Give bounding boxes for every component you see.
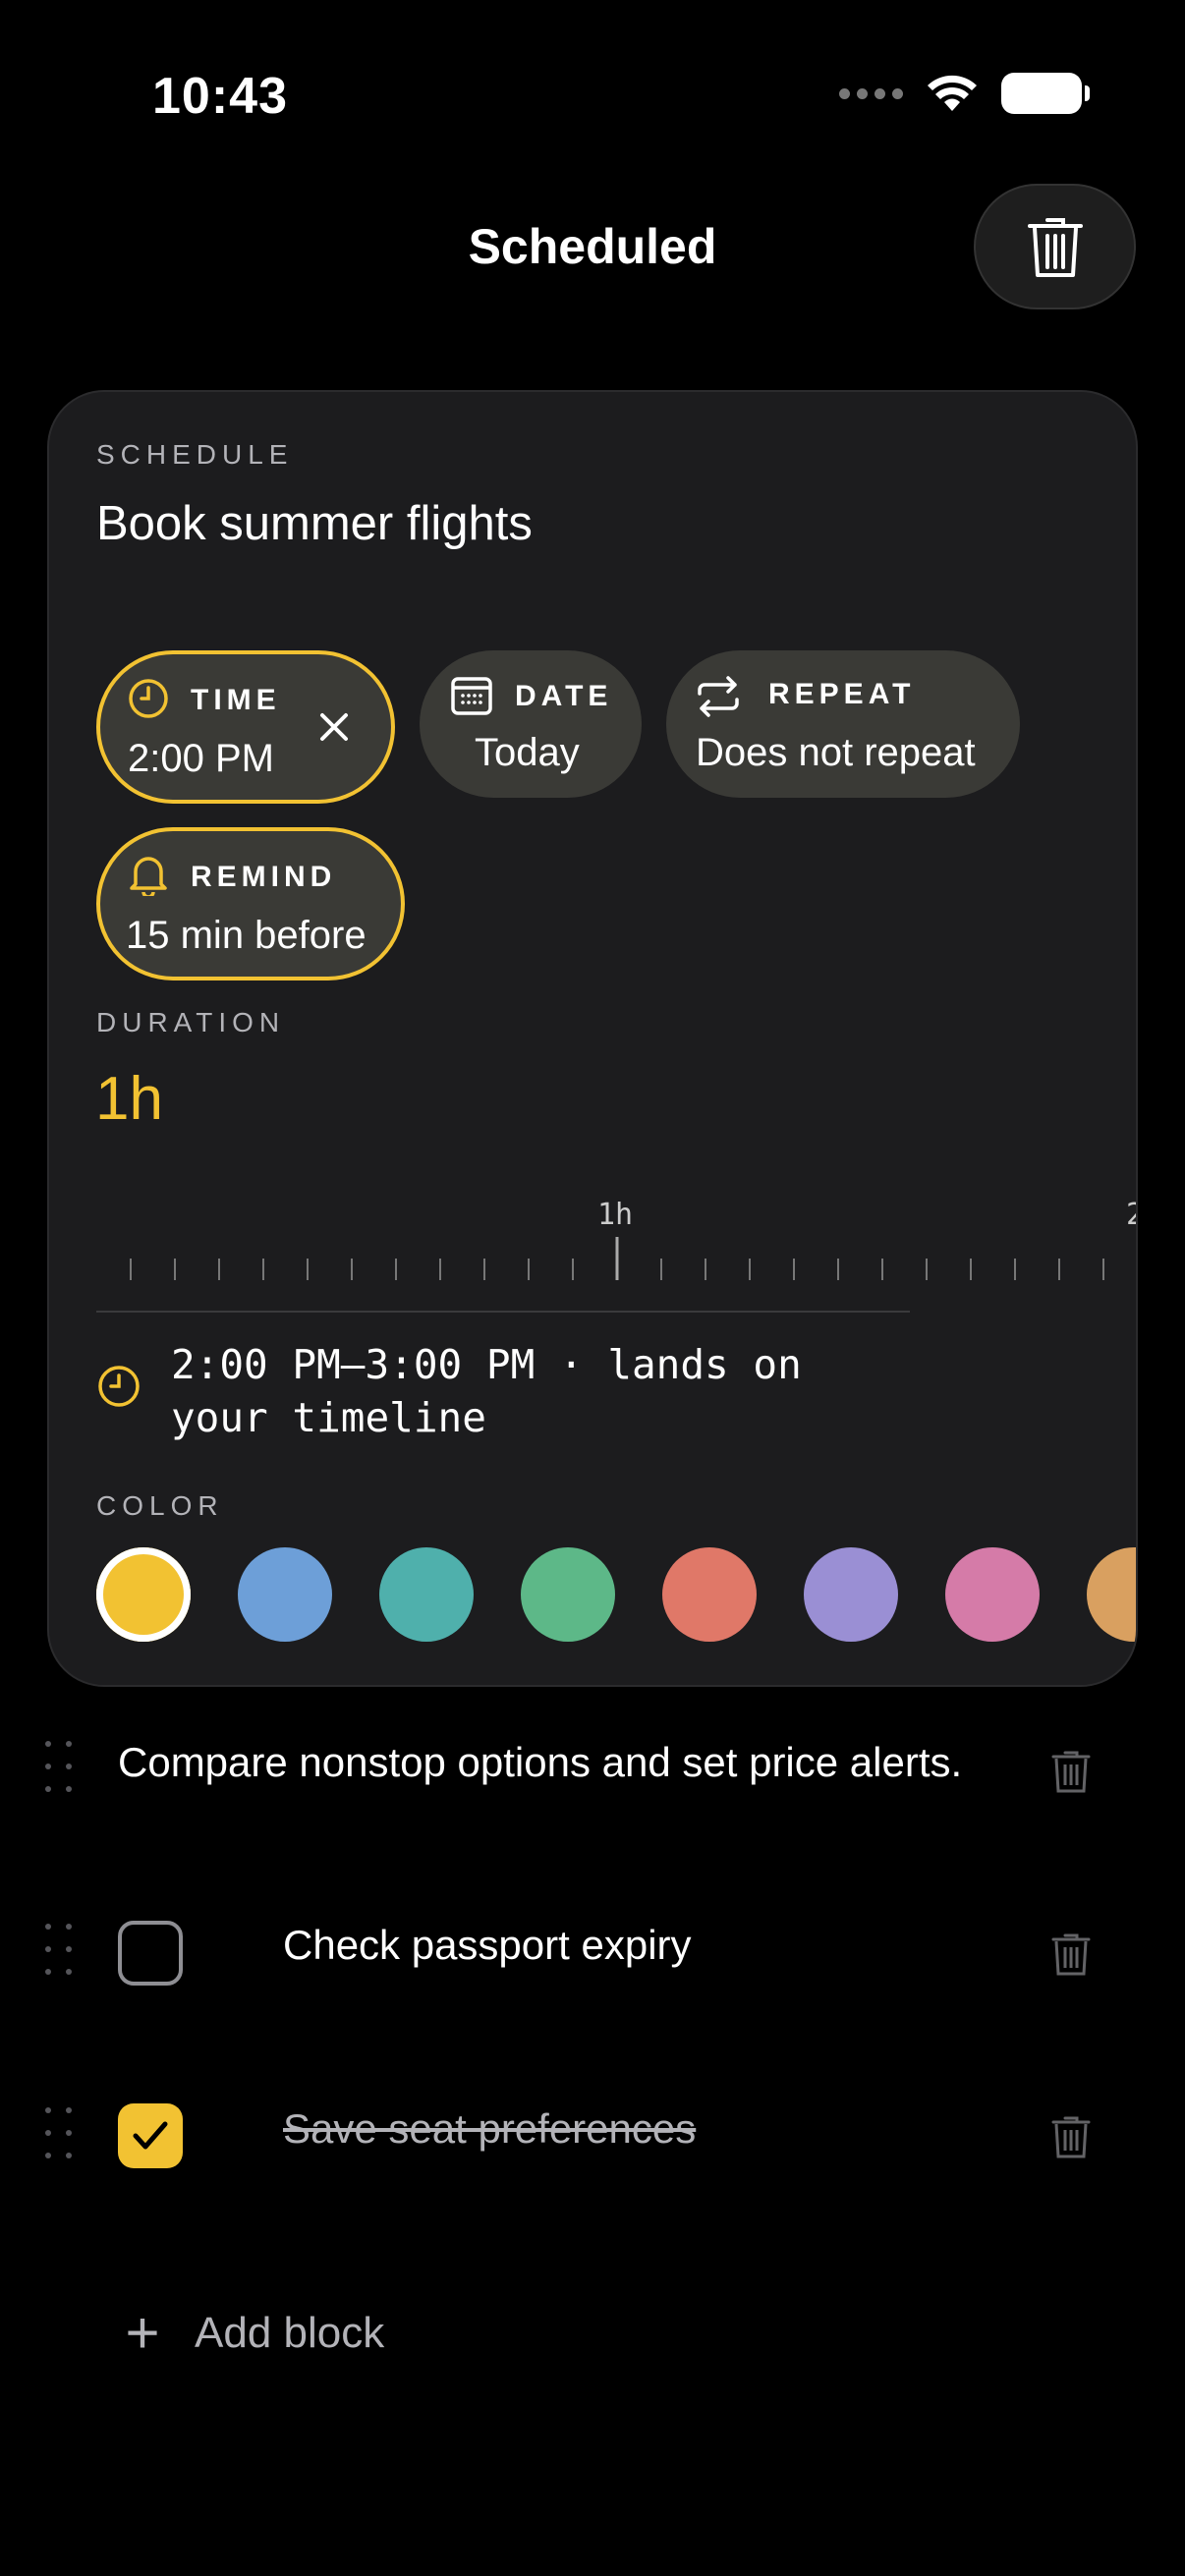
schedule-card: SCHEDULE Book summer flights TIME 2:00 P…	[47, 390, 1138, 1687]
drag-handle[interactable]	[45, 2107, 75, 2162]
color-swatch[interactable]	[945, 1547, 1040, 1642]
status-time: 10:43	[152, 68, 288, 125]
drag-handle[interactable]	[45, 1924, 75, 1979]
calendar-icon	[451, 677, 492, 715]
date-chip-label: DATE	[515, 680, 613, 712]
task-title[interactable]: Book summer flights	[96, 496, 533, 551]
date-chip-value: Today	[475, 731, 580, 774]
remind-chip-value: 15 min before	[126, 914, 367, 957]
duration-slider[interactable]: 1h 2	[49, 1198, 1136, 1296]
bell-icon	[130, 857, 167, 896]
clear-time-icon[interactable]	[318, 711, 350, 743]
delete-button[interactable]	[974, 184, 1136, 309]
color-swatch[interactable]	[804, 1547, 898, 1642]
time-chip[interactable]: TIME 2:00 PM	[96, 650, 395, 804]
trash-icon[interactable]	[1051, 2114, 1091, 2159]
time-chip-value: 2:00 PM	[128, 737, 274, 780]
clock-icon	[98, 1366, 140, 1407]
divider	[96, 1311, 910, 1313]
trash-icon[interactable]	[1051, 1932, 1091, 1977]
battery-icon	[1001, 73, 1090, 114]
color-swatch[interactable]	[1087, 1547, 1136, 1642]
time-range-line-2: your timeline	[171, 1394, 486, 1441]
ruler-ticks	[130, 1237, 1104, 1280]
ruler-label-2h: 2	[1126, 1198, 1136, 1232]
checkmark-icon	[133, 2121, 168, 2150]
color-label: COLOR	[96, 1490, 224, 1521]
clock-icon	[129, 679, 168, 718]
repeat-icon	[698, 676, 739, 717]
add-block-button[interactable]: + Add block	[118, 2304, 384, 2363]
color-swatch[interactable]	[238, 1547, 332, 1642]
time-range-line-1: 2:00 PM–3:00 PM · lands on	[171, 1341, 802, 1388]
duration-label: DURATION	[96, 1007, 286, 1037]
ruler-label-1h: 1h	[597, 1198, 634, 1232]
color-swatch[interactable]	[662, 1547, 757, 1642]
color-swatch-selected[interactable]	[96, 1547, 191, 1642]
checklist-item-text[interactable]: Check passport expiry	[283, 1916, 692, 1975]
schedule-label: SCHEDULE	[96, 439, 294, 470]
time-chip-label: TIME	[191, 684, 281, 716]
checkbox-unchecked[interactable]	[118, 1921, 183, 1986]
remind-chip[interactable]: REMIND 15 min before	[96, 827, 405, 980]
checklist-item-text[interactable]: Save seat preferences	[283, 2100, 696, 2158]
wifi-icon	[928, 75, 977, 111]
color-swatch[interactable]	[379, 1547, 474, 1642]
drag-handle[interactable]	[45, 1741, 75, 1796]
add-block-label: Add block	[195, 2309, 385, 2357]
repeat-chip-value: Does not repeat	[696, 731, 976, 774]
repeat-chip-label: REPEAT	[768, 678, 916, 710]
status-icons	[839, 73, 1090, 114]
date-chip[interactable]: DATE Today	[420, 650, 642, 798]
remind-chip-label: REMIND	[191, 861, 337, 893]
text-block[interactable]: Compare nonstop options and set price al…	[118, 1733, 963, 1792]
trash-icon	[1027, 218, 1083, 277]
trash-icon[interactable]	[1051, 1749, 1091, 1794]
duration-value: 1h	[95, 1065, 163, 1133]
cellular-signal-icon	[839, 87, 903, 99]
time-range-text: 2:00 PM–3:00 PM · lands on your timeline	[171, 1338, 957, 1444]
repeat-chip[interactable]: REPEAT Does not repeat	[666, 650, 1020, 798]
checkbox-checked[interactable]	[118, 2103, 183, 2168]
color-swatch[interactable]	[521, 1547, 615, 1642]
plus-icon: +	[125, 2300, 160, 2366]
